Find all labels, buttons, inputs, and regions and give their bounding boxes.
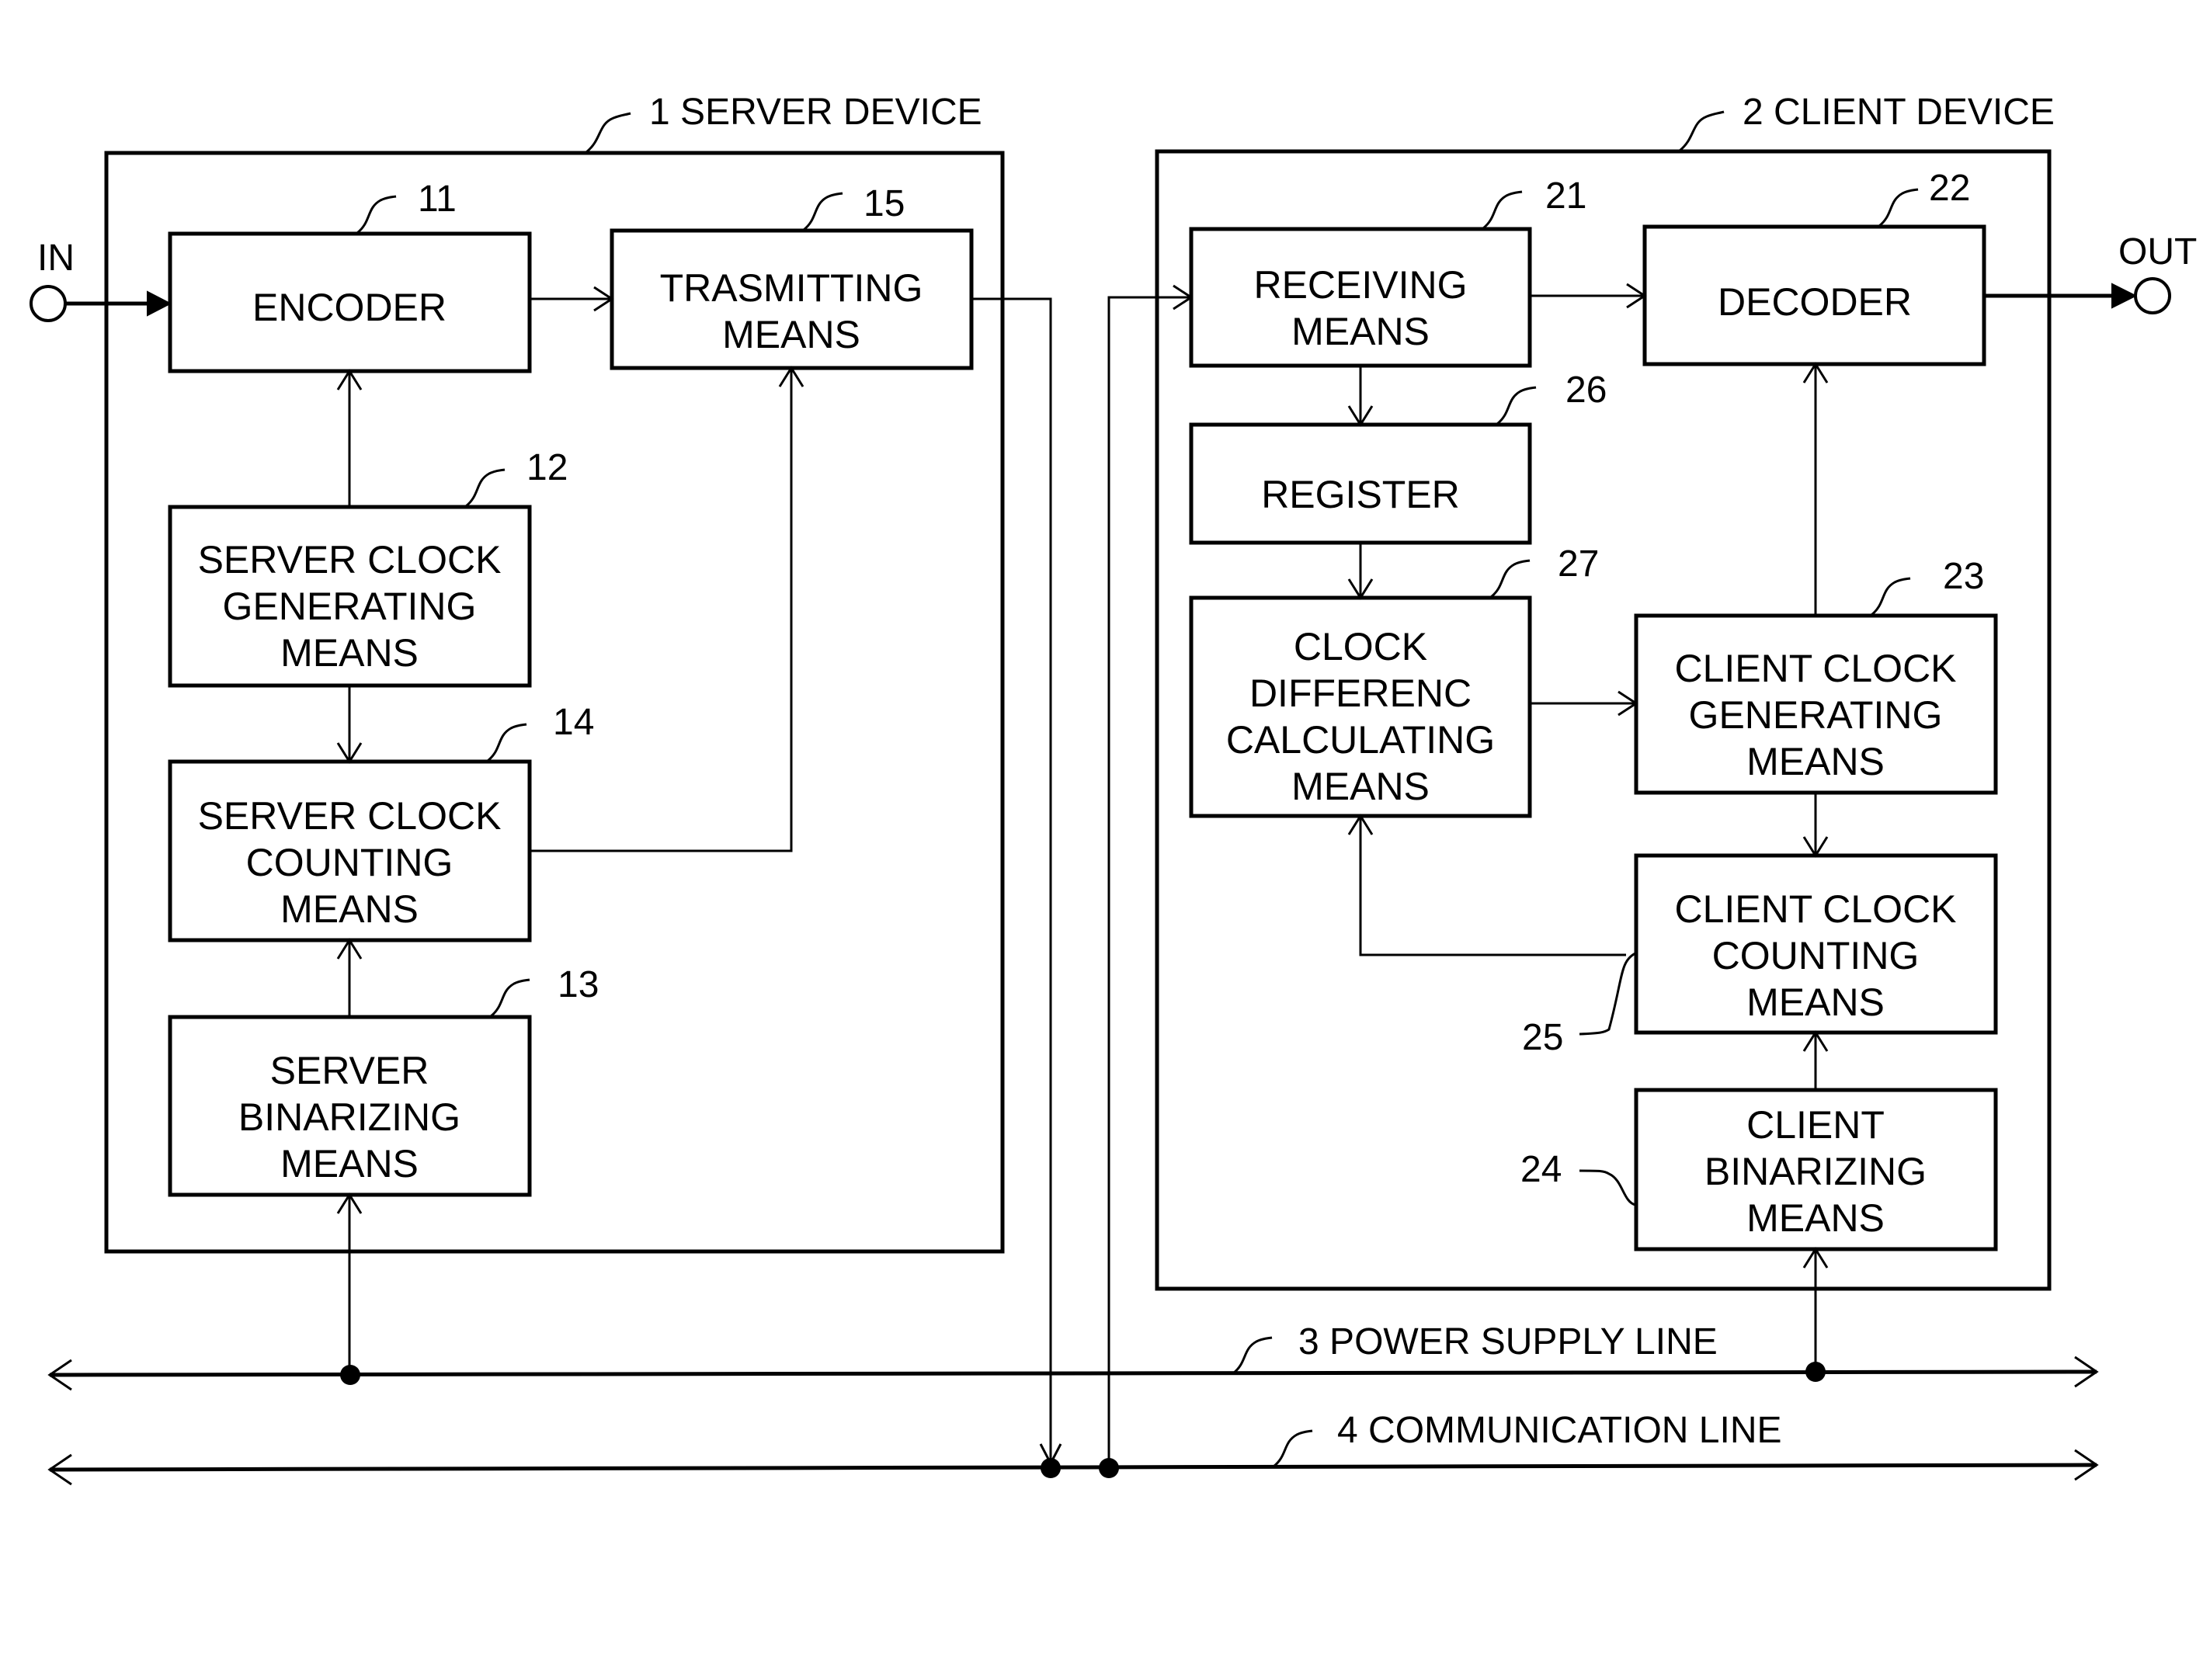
register-ref: 26 [1565,370,1607,411]
decoder-block: DECODER 22 [1642,168,1986,366]
svg-text:ENCODER: ENCODER [252,286,447,329]
svg-text:BINARIZING: BINARIZING [238,1095,460,1139]
svg-text:MEANS: MEANS [1291,765,1430,808]
input-arrow-icon [147,290,172,317]
transmitting-means-block: TRASMITTING MEANS 15 [610,183,974,370]
client-device-leader [1679,110,1725,152]
receiving-means-block: RECEIVING MEANS 21 [1189,175,1586,368]
client-binarizing-block: CLIENT BINARIZING MEANS 24 [1520,1088,1998,1251]
decoder-ref: 22 [1929,168,1970,209]
junction-dot [1099,1458,1119,1478]
svg-text:TRASMITTING: TRASMITTING [660,266,923,310]
svg-text:SERVER: SERVER [270,1049,429,1092]
encoder-block: ENCODER 11 [168,179,532,373]
counter-to-transmitting-wire [530,368,793,852]
svg-text:SERVER CLOCK: SERVER CLOCK [198,794,502,838]
svg-text:MEANS: MEANS [1291,310,1430,353]
svg-text:DECODER: DECODER [1718,280,1912,324]
client-binarizing-ref: 24 [1520,1149,1562,1190]
comm-to-receiving-wire [1107,296,1191,1467]
client-device-label: 2 CLIENT DEVICE [1743,92,2055,133]
transmitting-ref: 15 [863,183,905,224]
power-supply-line: 3 POWER SUPPLY LINE [47,1321,2099,1391]
svg-text:RECEIVING: RECEIVING [1253,263,1467,307]
communication-line: 4 COMMUNICATION LINE [47,1410,2099,1486]
server-clock-count-ref: 14 [553,702,594,743]
svg-text:COUNTING: COUNTING [246,841,453,884]
svg-text:CALCULATING: CALCULATING [1226,718,1495,762]
svg-text:CLIENT CLOCK: CLIENT CLOCK [1674,887,1956,931]
output-terminal-icon [2134,277,2171,314]
svg-text:MEANS: MEANS [722,313,860,356]
svg-text:MEANS: MEANS [280,1142,419,1185]
communication-line-label: 4 COMMUNICATION LINE [1337,1410,1782,1451]
server-clock-counting-block: SERVER CLOCK COUNTING MEANS 14 [168,702,594,942]
svg-text:CLIENT: CLIENT [1746,1103,1885,1147]
junction-dot [340,1365,360,1385]
clock-difference-calculating-block: CLOCK DIFFERENC CALCULATING MEANS 27 [1189,543,1599,818]
transmitting-to-comm-wire [971,297,1052,1467]
block-diagram: 1 SERVER DEVICE 2 CLIENT DEVICE IN OUT E… [30,92,2197,1486]
client-clock-counting-block: CLIENT CLOCK COUNTING MEANS 25 [1522,853,1998,1058]
server-clock-generating-block: SERVER CLOCK GENERATING MEANS 12 [168,447,568,688]
junction-dot [1805,1362,1826,1382]
svg-text:MEANS: MEANS [1746,740,1885,783]
svg-text:COUNTING: COUNTING [1712,934,1920,977]
power-supply-line-label: 3 POWER SUPPLY LINE [1298,1321,1718,1362]
svg-text:DIFFERENC: DIFFERENC [1249,672,1472,715]
svg-text:CLOCK: CLOCK [1294,625,1427,668]
counter-to-clockdiff-wire [1359,816,1626,956]
output-arrow-icon [2111,283,2138,309]
register-block: REGISTER 26 [1189,370,1607,545]
client-clock-count-ref: 25 [1522,1017,1563,1058]
input-terminal-label: IN [37,238,75,279]
svg-text:GENERATING: GENERATING [1689,693,1943,737]
svg-text:MEANS: MEANS [1746,981,1885,1024]
server-device-leader [586,112,631,154]
input-terminal-icon [30,285,67,322]
server-binarizing-ref: 13 [558,964,599,1005]
client-clock-gen-ref: 23 [1943,556,1984,597]
server-binarizing-block: SERVER BINARIZING MEANS 13 [168,964,599,1197]
svg-text:GENERATING: GENERATING [223,585,477,628]
svg-text:SERVER CLOCK: SERVER CLOCK [198,538,502,581]
clock-diff-ref: 27 [1558,543,1599,585]
server-device-label: 1 SERVER DEVICE [649,92,982,133]
svg-text:CLIENT CLOCK: CLIENT CLOCK [1674,647,1956,690]
encoder-ref: 11 [418,179,457,220]
output-terminal-label: OUT [2118,231,2197,272]
svg-text:MEANS: MEANS [1746,1196,1885,1240]
svg-text:MEANS: MEANS [280,631,419,675]
server-clock-gen-ref: 12 [526,447,568,488]
svg-text:BINARIZING: BINARIZING [1704,1150,1927,1193]
svg-text:REGISTER: REGISTER [1261,473,1460,516]
junction-dot [1041,1458,1061,1478]
receiving-ref: 21 [1545,175,1586,217]
svg-text:MEANS: MEANS [280,887,419,931]
